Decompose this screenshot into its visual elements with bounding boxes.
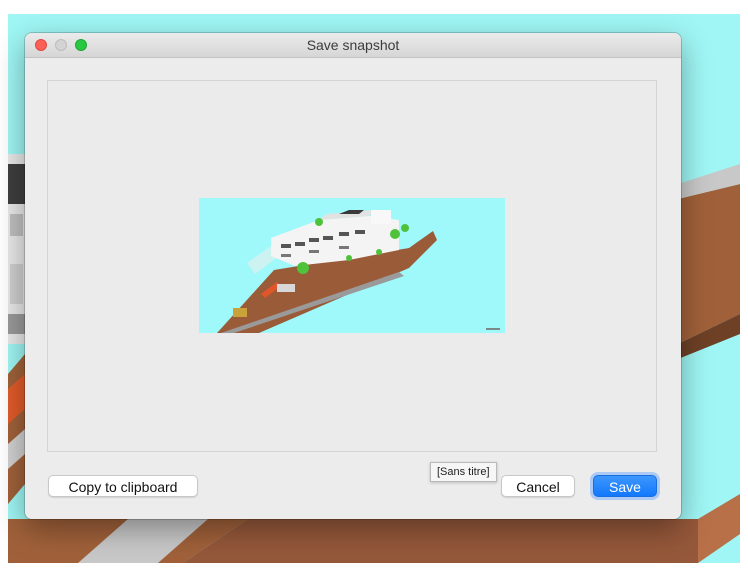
tooltip: [Sans titre] [430,462,497,482]
title-bar[interactable]: Save snapshot [25,33,681,58]
dialog-title: Save snapshot [306,37,400,53]
copy-to-clipboard-button[interactable]: Copy to clipboard [48,475,198,497]
snapshot-thumbnail [199,198,505,333]
snapshot-3d-model-image [217,210,500,333]
save-button[interactable]: Save [593,475,657,497]
save-snapshot-dialog: Save snapshot Copy to clipboard [Sans ti… [25,33,681,519]
cancel-button[interactable]: Cancel [501,475,575,497]
snapshot-preview-area [47,80,657,452]
